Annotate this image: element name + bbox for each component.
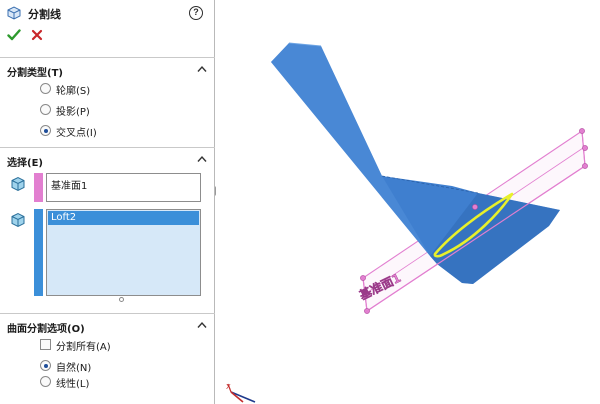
plane-handle[interactable] [582, 163, 588, 169]
body-selection-list[interactable]: Loft2 [46, 209, 201, 296]
surface-options-section-header[interactable]: 曲面分割选项(O) [0, 318, 215, 335]
divider [0, 313, 215, 314]
chevron-up-icon[interactable] [197, 321, 207, 329]
help-icon[interactable]: ? [189, 6, 203, 20]
split-type-section-header[interactable]: 分割类型(T) [0, 62, 215, 79]
property-manager-titlebar: 分割线 ? [0, 0, 215, 27]
radio-button-selected[interactable] [40, 125, 51, 136]
radio-button[interactable] [40, 376, 51, 387]
split-line-feature-icon [7, 6, 21, 20]
plane-handle[interactable] [579, 128, 585, 134]
cancel-x-button[interactable] [31, 29, 43, 41]
plane-color-swatch [34, 173, 43, 202]
radio-button[interactable] [40, 83, 51, 94]
list-resize-handle[interactable] [119, 297, 124, 302]
selection-section-title: 选择(E) [7, 158, 43, 169]
ok-checkmark-button[interactable] [7, 28, 21, 42]
chevron-up-icon[interactable] [197, 155, 207, 163]
plane-handle[interactable] [364, 308, 370, 314]
plane-selection-icon [11, 176, 25, 192]
radio-label: 线性(L) [56, 379, 90, 390]
selection-section-header[interactable]: 选择(E) [0, 152, 215, 169]
model-view: 基准面1 [271, 42, 588, 314]
split-all-checkbox[interactable] [40, 339, 51, 350]
plane-handle[interactable] [472, 204, 478, 210]
checkbox-label: 分割所有(A) [56, 342, 111, 353]
divider [0, 57, 215, 58]
plane-selection-field[interactable]: 基准面1 [46, 173, 201, 202]
chevron-up-icon[interactable] [197, 65, 207, 73]
plane-handle[interactable] [582, 145, 588, 151]
radio-button-selected[interactable] [40, 360, 51, 371]
split-type-section-title: 分割类型(T) [7, 68, 63, 79]
radio-label: 投影(P) [56, 107, 90, 118]
surface-options-section-title: 曲面分割选项(O) [7, 324, 85, 335]
property-manager: 分割线 ? 分割类型(T) 轮廓(S) 投影(P) 交叉点(I) 选择(E) 基… [0, 0, 215, 404]
radio-button[interactable] [40, 104, 51, 115]
triad-x-label: X [226, 383, 231, 391]
body-color-swatch [34, 209, 43, 296]
plane-handle[interactable] [360, 275, 366, 281]
graphics-viewport[interactable]: 基准面1 [216, 0, 600, 404]
coordinate-triad: X [226, 383, 256, 403]
radio-label: 轮廓(S) [56, 86, 91, 97]
radio-label: 自然(N) [56, 363, 92, 374]
page-title: 分割线 [28, 8, 61, 21]
divider [0, 147, 215, 148]
list-item[interactable]: Loft2 [48, 211, 199, 225]
body-selection-icon [11, 212, 25, 228]
radio-label: 交叉点(I) [56, 128, 97, 139]
plane-selection-value: 基准面1 [51, 181, 88, 192]
